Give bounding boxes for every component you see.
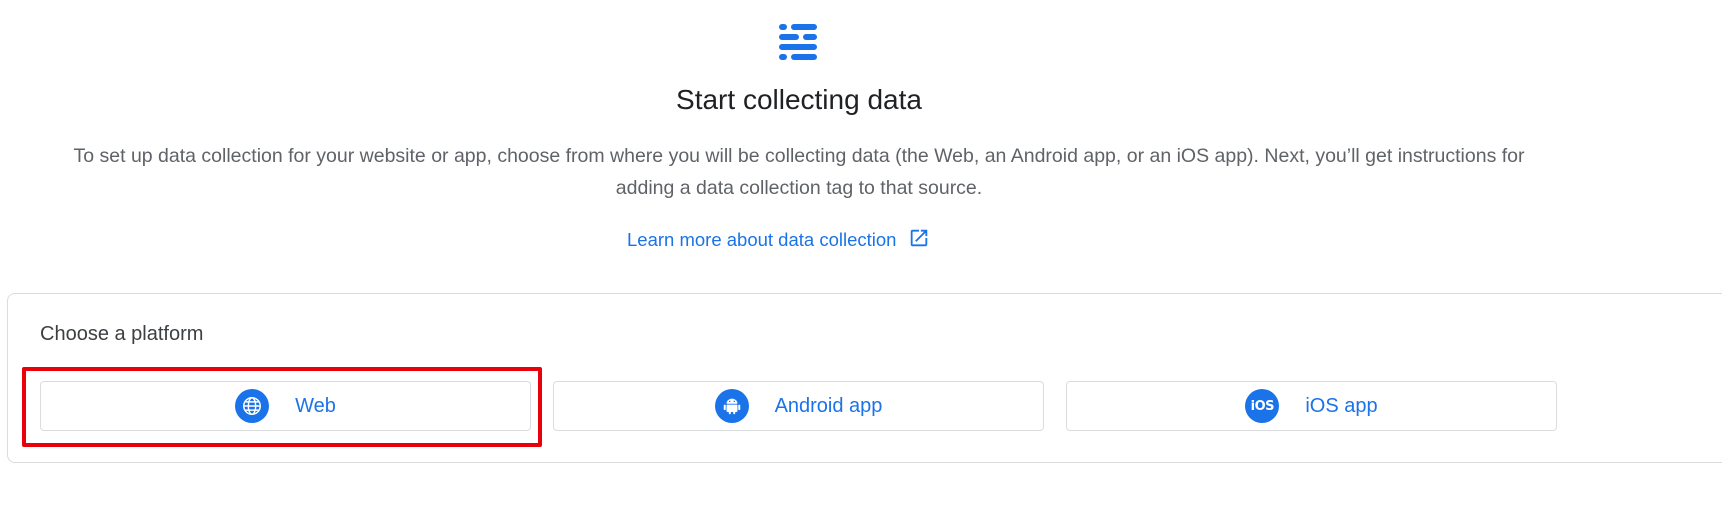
data-stream-icon [775, 22, 821, 66]
page-title: Start collecting data [676, 84, 922, 115]
ios-icon-text: iOS [1250, 398, 1275, 414]
web-platform-label: Web [295, 394, 336, 417]
learn-more-label: Learn more about data collection [627, 229, 897, 250]
platform-heading: Choose a platform [40, 323, 204, 345]
android-platform-label: Android app [774, 394, 883, 417]
globe-icon [235, 389, 270, 423]
learn-more-link[interactable]: Learn more about data collection [627, 226, 930, 254]
ios-icon: iOS [1245, 389, 1280, 423]
open-in-new-icon [908, 227, 930, 254]
ios-platform-label: iOS app [1305, 394, 1378, 417]
ios-platform-button[interactable]: iOS iOS app [1066, 381, 1557, 431]
web-platform-button[interactable]: Web [40, 381, 531, 431]
platform-card [7, 293, 1722, 463]
android-platform-button[interactable]: Android app [553, 381, 1044, 431]
page-description: To set up data collection for your websi… [73, 145, 1525, 199]
android-icon [714, 389, 749, 423]
